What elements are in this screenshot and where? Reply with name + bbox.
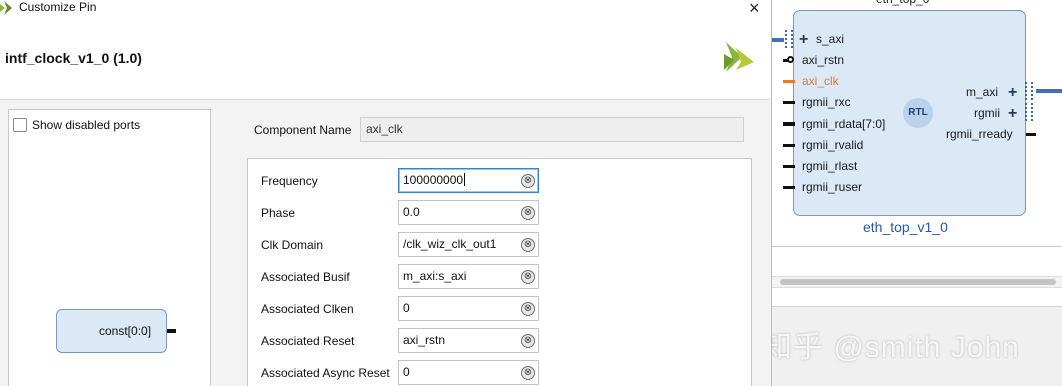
port-rgmii[interactable]: rgmii [974,106,1000,120]
rtl-badge-icon: RTL [903,98,933,128]
show-disabled-ports-checkbox[interactable] [13,118,27,132]
frequency-input[interactable]: 100000000 [398,168,539,193]
associated-busif-input[interactable]: m_axi:s_axi [398,264,539,289]
component-name-field: axi_clk [360,117,744,142]
port-rgmii-rxc[interactable]: rgmii_rxc [802,95,851,109]
rgmii-rready-stub [1026,133,1036,136]
axi-clk-stub [783,80,795,83]
associated-reset-label: Associated Reset [261,334,355,348]
s-axi-expand-icon[interactable]: + [799,32,808,48]
rgmii-expand-icon[interactable]: + [1008,106,1017,122]
watermark: 知乎 @smith John [762,331,1020,364]
m-axi-expand-icon[interactable]: + [1008,85,1017,101]
port-rgmii-rlast[interactable]: rgmii_rlast [802,159,857,173]
vivado-logo-icon [724,42,754,72]
ip-header-title: intf_clock_v1_0 (1.0) [5,50,142,66]
frequency-value: 100000000 [403,173,464,187]
symbol-port-label: const[0:0] [99,324,152,338]
port-axi-rstn[interactable]: axi_rstn [802,53,844,67]
ip-instance-title: eth_top_0 [876,0,929,6]
s-axi-bus-dots [785,30,793,48]
rgmii-ruser-stub [783,186,795,189]
rgmii-rxc-stub [783,101,795,104]
port-rgmii-rvalid[interactable]: rgmii_rvalid [802,138,863,152]
text-caret [464,173,466,186]
associated-clken-label: Associated Clken [261,302,354,316]
phase-input[interactable]: 0.0 [398,200,539,225]
frequency-label: Frequency [261,174,318,188]
diagram-divider [772,246,1062,247]
clear-field-icon[interactable]: ⊗ [521,206,535,220]
port-axi-clk[interactable]: axi_clk [802,74,839,88]
port-rgmii-rready[interactable]: rgmii_rready [946,127,1013,141]
symbol-port-stub [167,329,176,333]
horizontal-scrollbar-thumb[interactable] [780,279,1056,285]
clear-field-icon[interactable]: ⊗ [521,270,535,284]
associated-clken-input[interactable]: 0 [398,296,539,321]
component-name-label: Component Name [254,123,352,137]
s-axi-bus-line [772,38,784,42]
clear-field-icon[interactable]: ⊗ [521,334,535,348]
associated-busif-label: Associated Busif [261,270,350,284]
port-rgmii-rdata[interactable]: rgmii_rdata[7:0] [802,117,885,131]
clk-domain-label: Clk Domain [261,238,324,252]
show-disabled-ports-label[interactable]: Show disabled ports [32,118,140,132]
axi-rstn-invert-icon [787,56,794,63]
ip-block-name: eth_top_v1_0 [863,219,948,235]
associated-async-reset-input[interactable]: 0 [398,360,539,385]
rgmii-rlast-stub [783,165,795,168]
m-axi-bus-dots [1025,82,1033,100]
port-s-axi[interactable]: s_axi [816,32,844,46]
clear-field-icon[interactable]: ⊗ [521,302,535,316]
port-m-axi[interactable]: m_axi [966,85,998,99]
close-icon[interactable]: × [749,0,760,19]
vivado-logo-icon [0,1,12,15]
m-axi-bus-line [1036,89,1062,93]
clear-field-icon[interactable]: ⊗ [521,238,535,252]
associated-reset-input[interactable]: axi_rstn [398,328,539,353]
rgmii-bus-dots [1025,103,1033,121]
dialog-title: Customize Pin [19,0,97,14]
clear-field-icon[interactable]: ⊗ [521,174,535,188]
port-rgmii-ruser[interactable]: rgmii_ruser [802,180,862,194]
associated-async-reset-label: Associated Async Reset [261,366,390,380]
dialog-titlebar[interactable] [0,0,771,18]
rgmii-rvalid-stub [783,144,795,147]
rgmii-rdata-stub [783,122,795,126]
phase-label: Phase [261,206,296,220]
clear-field-icon[interactable]: ⊗ [521,366,535,380]
clk-domain-input[interactable]: /clk_wiz_clk_out1 [398,232,539,257]
